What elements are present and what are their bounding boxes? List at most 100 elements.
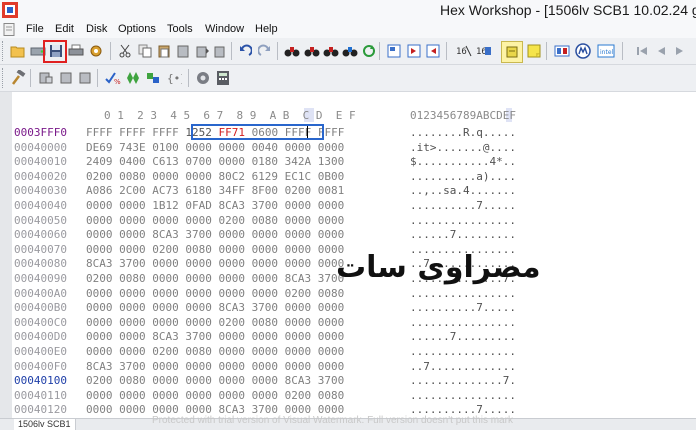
row-ascii[interactable]: ..............7.	[410, 374, 516, 388]
row-hex-bytes[interactable]: DE69 743E 0100 0000 0000 0040 0000 0000	[86, 141, 344, 155]
compare-button[interactable]	[553, 42, 571, 60]
row-ascii[interactable]: ................	[410, 316, 516, 330]
secondary-toolbar: % {•}	[0, 65, 696, 92]
insert-button[interactable]	[37, 69, 55, 87]
bookmark-previous-button[interactable]	[424, 42, 442, 60]
print-button[interactable]	[67, 42, 85, 60]
calculator-button[interactable]	[214, 69, 232, 87]
row-hex-bytes[interactable]: 0000 0000 0000 0000 0000 0000 0200 0080	[86, 287, 344, 301]
find-button[interactable]	[283, 42, 301, 60]
braces-button[interactable]: {•}	[165, 69, 183, 87]
menu-disk[interactable]: Disk	[86, 23, 107, 35]
row-ascii[interactable]: ..........a)....	[410, 170, 516, 184]
row-ascii[interactable]: ..,..sa.4.......	[410, 184, 516, 198]
menu-window[interactable]: Window	[205, 23, 244, 35]
bookmark-next-button[interactable]	[405, 42, 423, 60]
document-icon[interactable]	[3, 23, 15, 36]
row-ascii[interactable]: ................	[410, 389, 516, 403]
row-ascii[interactable]: ................	[410, 214, 516, 228]
hex-workshop-app-icon[interactable]	[2, 2, 18, 18]
row-hex-bytes[interactable]: 0000 0000 0000 0000 0000 0000 0200 0080	[86, 389, 344, 403]
replace-button[interactable]	[341, 42, 359, 60]
row-offset: 000400B0	[14, 301, 67, 315]
menu-edit[interactable]: Edit	[55, 23, 74, 35]
hammer-tool-button[interactable]	[10, 69, 28, 87]
shuffle-button[interactable]	[144, 69, 162, 87]
open-file-button[interactable]	[9, 42, 27, 60]
toolbar-grip[interactable]	[2, 68, 6, 88]
row-hex-bytes[interactable]: 8CA3 3700 0000 0000 0000 0000 0000 0000	[86, 360, 344, 374]
checksum-button[interactable]: 16	[475, 42, 493, 60]
base-converter-button[interactable]: 16	[455, 42, 473, 60]
settings-button[interactable]	[194, 69, 212, 87]
hex-word[interactable]: FFFF	[152, 126, 185, 139]
redo-button[interactable]	[256, 42, 274, 60]
row-ascii[interactable]: ..7.............	[410, 360, 516, 374]
ascii-column-header: 0123456789ABCDEF	[410, 109, 516, 122]
row-hex-bytes[interactable]: 0000 0000 8CA3 3700 0000 0000 0000 0000	[86, 228, 344, 242]
paste-special-button[interactable]	[174, 42, 192, 60]
row-offset: 000400D0	[14, 330, 67, 344]
row-hex-bytes[interactable]: 8CA3 3700 0000 0000 0000 0000 0000 0000	[86, 257, 344, 271]
row-hex-bytes[interactable]: A086 2C00 AC73 6180 34FF 8F00 0200 0081	[86, 184, 344, 198]
bookmark-previous-icon	[426, 44, 440, 58]
binoculars-icon	[284, 47, 300, 57]
menu-file[interactable]: File	[26, 23, 44, 35]
undo-button[interactable]	[236, 42, 254, 60]
cut-button[interactable]	[116, 42, 134, 60]
row-ascii[interactable]: ........R.q.....	[410, 126, 516, 140]
copy-icon	[138, 44, 152, 58]
row-hex-bytes[interactable]: 0000 0000 0200 0080 0000 0000 0000 0000	[86, 243, 344, 257]
row-hex-bytes[interactable]: 0000 0000 0000 0000 0200 0080 0000 0000	[86, 214, 344, 228]
refresh-button[interactable]	[360, 42, 378, 60]
menu-help[interactable]: Help	[255, 23, 278, 35]
row-ascii[interactable]: ......7.........	[410, 330, 516, 344]
fill-button[interactable]	[76, 69, 94, 87]
properties-button[interactable]	[87, 42, 105, 60]
hex-word[interactable]: FFFF	[119, 126, 152, 139]
motorola-byte-order-button[interactable]	[574, 42, 592, 60]
row-hex-bytes[interactable]: 2409 0400 C613 0700 0000 0180 342A 1300	[86, 155, 344, 169]
find-previous-button[interactable]	[322, 42, 340, 60]
document-tab[interactable]: 1506lv SCB1	[14, 419, 76, 430]
gear-icon	[197, 72, 209, 84]
hex-word[interactable]: FFFF	[86, 126, 119, 139]
structure-viewer-toggle[interactable]	[501, 41, 523, 63]
generate-button[interactable]	[124, 69, 142, 87]
menu-tools[interactable]: Tools	[167, 23, 193, 35]
operation-button[interactable]: %	[104, 69, 122, 87]
row-ascii[interactable]: ..........7.....	[410, 199, 516, 213]
row-offset: 00040080	[14, 257, 67, 271]
row-hex-bytes[interactable]: 0200 0080 0000 0000 80C2 6129 EC1C 0B00	[86, 170, 344, 184]
row-hex-bytes[interactable]: 0000 0000 8CA3 3700 0000 0000 0000 0000	[86, 330, 344, 344]
row-ascii[interactable]: .it>.......@....	[410, 141, 516, 155]
delete-button[interactable]	[57, 69, 75, 87]
paste-button[interactable]	[155, 42, 173, 60]
redo-arrow-icon	[258, 44, 270, 56]
toolbar-grip[interactable]	[2, 41, 6, 61]
find-next-button[interactable]	[303, 42, 321, 60]
fill-icon	[79, 72, 91, 84]
export-button[interactable]	[212, 42, 230, 60]
row-ascii[interactable]: ................	[410, 287, 516, 301]
go-to-first-button[interactable]	[633, 42, 651, 60]
row-hex-bytes[interactable]: 0200 0080 0000 0000 0000 0000 8CA3 3700	[86, 374, 344, 388]
copy-as-button[interactable]	[194, 42, 212, 60]
row-hex-bytes[interactable]: 0000 0000 0000 0000 8CA3 3700 0000 0000	[86, 301, 344, 315]
row-hex-bytes[interactable]: 0000 0000 0000 0000 0200 0080 0000 0000	[86, 316, 344, 330]
row-hex-bytes[interactable]: 0200 0080 0000 0000 0000 0000 8CA3 3700	[86, 272, 344, 286]
bookmark-button[interactable]	[385, 42, 403, 60]
base-converter-icon: 16	[456, 45, 472, 57]
copy-button[interactable]	[136, 42, 154, 60]
row-hex-bytes[interactable]: 0000 0000 1B12 0FAD 8CA3 3700 0000 0000	[86, 199, 344, 213]
row-hex-bytes[interactable]: 0000 0000 0200 0080 0000 0000 0000 0000	[86, 345, 344, 359]
row-ascii[interactable]: $...........4*..	[410, 155, 516, 169]
intel-byte-order-button[interactable]: intel	[597, 42, 615, 60]
row-ascii[interactable]: ................	[410, 345, 516, 359]
row-ascii[interactable]: ..........7.....	[410, 301, 516, 315]
go-to-previous-button[interactable]	[652, 42, 670, 60]
menu-options[interactable]: Options	[118, 23, 156, 35]
sticky-note-button[interactable]	[525, 42, 543, 60]
row-ascii[interactable]: ......7.........	[410, 228, 516, 242]
go-to-next-button[interactable]	[671, 42, 689, 60]
